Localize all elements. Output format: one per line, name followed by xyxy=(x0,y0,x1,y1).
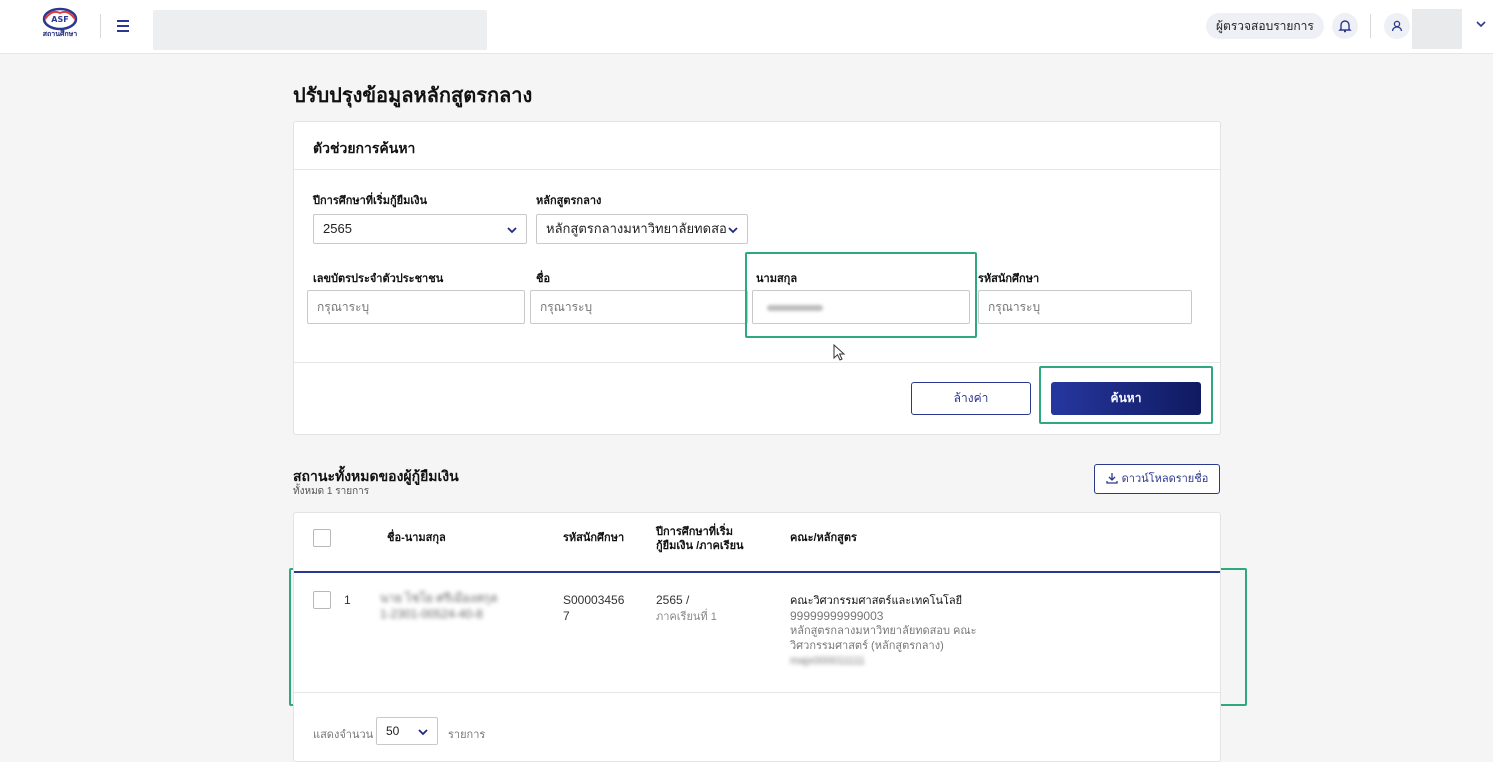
national-id-input[interactable] xyxy=(307,290,525,324)
last-name-input[interactable] xyxy=(752,290,970,324)
page-size-select[interactable]: 50 xyxy=(376,717,438,745)
row-term: ภาคเรียนที่ 1 xyxy=(656,611,717,623)
user-icon[interactable] xyxy=(1384,13,1410,39)
last-name-label: นามสกุล xyxy=(756,273,798,285)
chevron-down-icon xyxy=(418,729,428,736)
row-student-id-line1: S00003456 xyxy=(563,593,625,607)
row-faculty: คณะวิศวกรรมศาสตร์และเทคโนโลยี xyxy=(790,595,963,607)
chevron-down-icon xyxy=(727,224,739,236)
column-header-year-line1: ปีการศึกษาที่เริ่ม xyxy=(656,526,733,538)
hamburger-menu-icon[interactable] xyxy=(113,17,133,37)
academic-year-select[interactable]: 2565 xyxy=(313,214,527,244)
row-course-line1: หลักสูตรกลางมหาวิทยาลัยทดสอบ คณะ xyxy=(790,625,977,637)
chevron-down-icon[interactable] xyxy=(1475,18,1487,30)
bell-icon[interactable] xyxy=(1332,13,1358,39)
chevron-down-icon xyxy=(507,227,517,234)
search-button[interactable]: ค้นหา xyxy=(1051,382,1201,415)
row-student-id-line2: 7 xyxy=(563,609,570,623)
clear-button[interactable]: ล้างค่า xyxy=(911,382,1031,415)
user-name[interactable] xyxy=(1412,9,1462,49)
download-list-label: ดาวน์โหลดรายชื่อ xyxy=(1121,473,1209,485)
first-name-input[interactable] xyxy=(530,290,748,324)
row-checkbox[interactable] xyxy=(313,591,331,609)
first-name-label: ชื่อ xyxy=(536,273,551,285)
top-search-box[interactable] xyxy=(153,10,487,50)
row-national-id: 1-2301-00524-40-8 xyxy=(380,607,483,621)
table-row[interactable]: 1 นาย ไชโย ศรีเมืองสกุล 1-2301-00524-40-… xyxy=(294,573,1220,693)
last-name-value-redacted xyxy=(767,305,823,311)
page-size-label: แสดงจำนวน xyxy=(313,729,374,741)
central-course-select[interactable]: หลักสูตรกลางมหาวิทยาลัยทดสอบ xyxy=(536,214,748,244)
page-size-unit: รายการ xyxy=(448,729,486,741)
central-course-label: หลักสูตรกลาง xyxy=(536,195,602,207)
row-course-line2: วิศวกรรมศาสตร์ (หลักสูตรกลาง) xyxy=(790,640,944,652)
role-badge[interactable]: ผู้ตรวจสอบรายการ xyxy=(1206,13,1324,39)
academic-year-label: ปีการศึกษาที่เริ่มกู้ยืมเงิน xyxy=(313,195,427,207)
divider xyxy=(100,14,101,38)
row-faculty-course: คณะวิศวกรรมศาสตร์และเทคโนโลยี 9999999999… xyxy=(790,594,977,669)
row-student-id: S00003456 7 xyxy=(563,592,624,624)
divider xyxy=(294,362,1220,363)
results-table: ชื่อ-นามสกุล รหัสนักศึกษา ปีการศึกษาที่เ… xyxy=(293,512,1221,762)
column-header-year-line2: กู้ยืมเงิน /ภาคเรียน xyxy=(656,540,744,552)
search-panel: ตัวช่วยการค้นหา ปีการศึกษาที่เริ่มกู้ยืม… xyxy=(293,121,1221,435)
select-all-checkbox[interactable] xyxy=(313,529,331,547)
logo[interactable]: ASF สถานศึกษา xyxy=(30,7,90,47)
mouse-cursor-icon xyxy=(833,344,846,361)
search-panel-header: ตัวช่วยการค้นหา xyxy=(294,122,1220,170)
column-header-faculty[interactable]: คณะ/หลักสูตร xyxy=(790,531,857,545)
page-size-value: 50 xyxy=(386,724,400,738)
svg-text:ASF: ASF xyxy=(51,15,68,24)
student-id-input[interactable] xyxy=(978,290,1192,324)
row-faculty-code: 99999999999003 xyxy=(790,609,884,623)
logo-text: สถานศึกษา xyxy=(42,31,78,38)
logo-icon: ASF xyxy=(42,7,78,31)
pagination: แสดงจำนวน 50 รายการ xyxy=(294,709,1220,749)
download-list-button[interactable]: ดาวน์โหลดรายชื่อ xyxy=(1094,464,1220,494)
row-index: 1 xyxy=(344,593,351,607)
divider xyxy=(1370,14,1371,38)
column-header-year[interactable]: ปีการศึกษาที่เริ่ม กู้ยืมเงิน /ภาคเรียน xyxy=(656,525,744,553)
page-title: ปรับปรุงข้อมูลหลักสูตรกลาง xyxy=(293,85,533,107)
row-year: 2565 / xyxy=(656,593,690,607)
student-id-label: รหัสนักศึกษา xyxy=(978,273,1040,285)
download-icon xyxy=(1106,473,1118,484)
results-count: ทั้งหมด 1 รายการ xyxy=(293,486,370,497)
academic-year-value: 2565 xyxy=(323,221,352,236)
national-id-label: เลขบัตรประจำตัวประชาชน xyxy=(313,273,444,285)
column-header-name[interactable]: ชื่อ-นามสกุล xyxy=(387,531,446,545)
row-course-code: majx000011111 xyxy=(790,655,866,667)
top-bar: ASF สถานศึกษา ผู้ตรวจสอบรายการ xyxy=(0,0,1493,54)
search-panel-title: ตัวช่วยการค้นหา xyxy=(313,140,416,156)
row-name: นาย ไชโย ศรีเมืองสกุล xyxy=(380,591,498,605)
table-header: ชื่อ-นามสกุล รหัสนักศึกษา ปีการศึกษาที่เ… xyxy=(294,513,1220,571)
column-header-student-id[interactable]: รหัสนักศึกษา xyxy=(563,531,624,545)
central-course-value: หลักสูตรกลางมหาวิทยาลัยทดสอบ xyxy=(546,221,736,236)
